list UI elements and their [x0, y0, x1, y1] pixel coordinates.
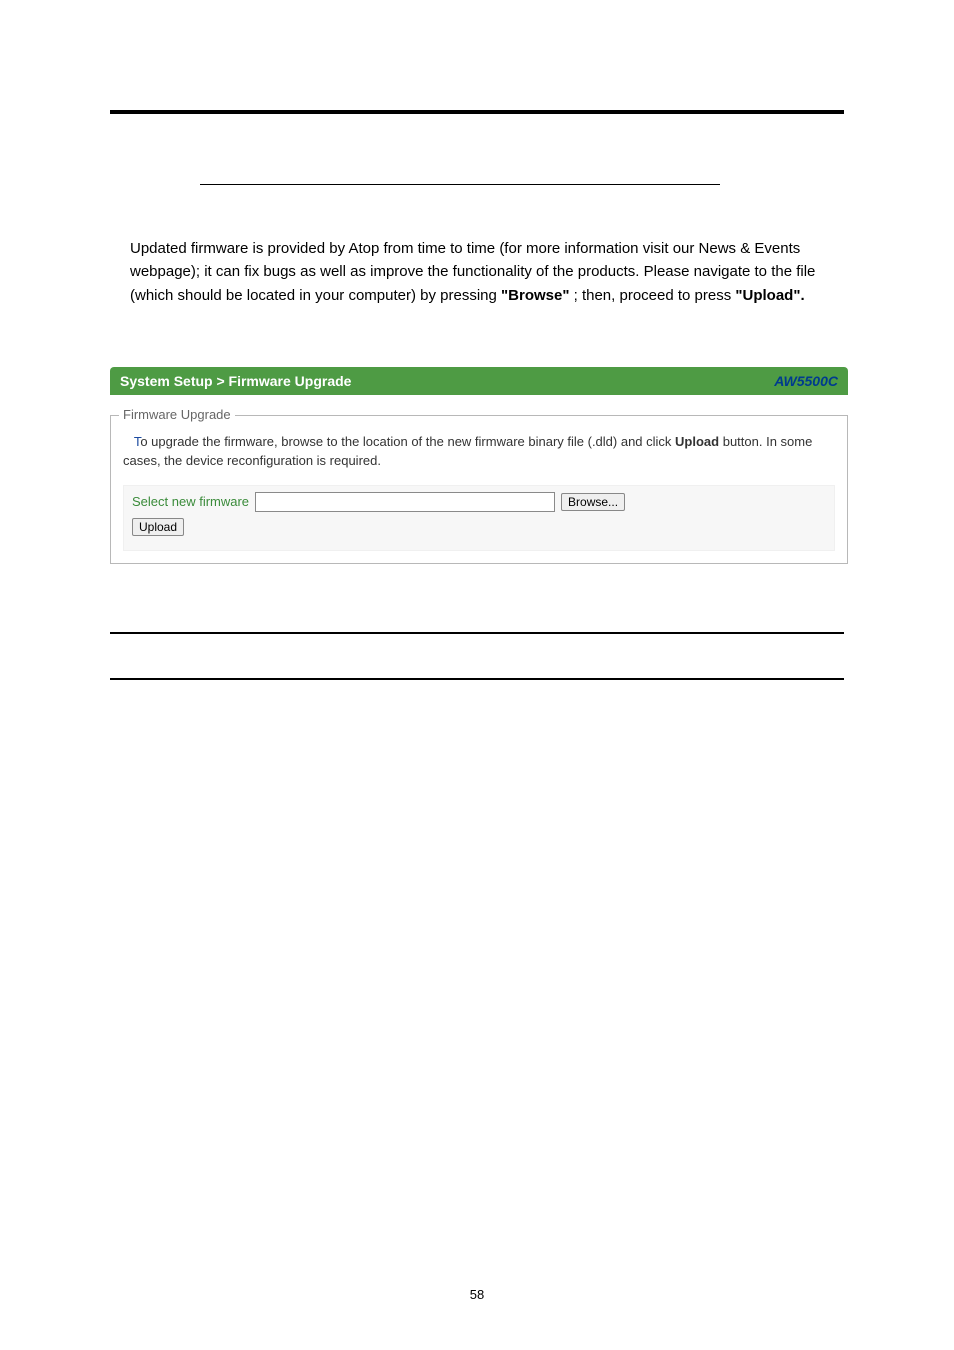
para-text-b: ; then, proceed to press	[574, 287, 736, 304]
top-rule	[110, 110, 844, 114]
controls-area: Select new firmware Browse... Upload	[123, 485, 835, 551]
instr-text-a: o upgrade the firmware, browse to the lo…	[140, 434, 675, 449]
firmware-fieldset: Firmware Upgrade To upgrade the firmware…	[110, 415, 848, 564]
browse-bold: "Browse"	[501, 287, 569, 304]
body-paragraph: Updated firmware is provided by Atop fro…	[130, 237, 850, 307]
double-rule	[110, 632, 844, 680]
panel-model: AW5500C	[774, 373, 838, 389]
firmware-panel: System Setup > Firmware Upgrade AW5500C …	[110, 367, 848, 564]
select-row: Select new firmware Browse...	[132, 492, 826, 512]
fieldset-legend: Firmware Upgrade	[119, 407, 235, 422]
panel-header: System Setup > Firmware Upgrade AW5500C	[110, 367, 848, 395]
select-firmware-label: Select new firmware	[132, 494, 249, 509]
upload-row: Upload	[132, 518, 826, 536]
fieldset-instruction: To upgrade the firmware, browse to the l…	[123, 432, 835, 471]
upload-bold: "Upload".	[735, 287, 804, 304]
panel-title: System Setup > Firmware Upgrade	[120, 373, 351, 389]
firmware-file-input[interactable]	[255, 492, 555, 512]
section-underline	[200, 184, 720, 185]
upload-button[interactable]: Upload	[132, 518, 184, 536]
browse-button[interactable]: Browse...	[561, 493, 625, 511]
instr-upload-bold: Upload	[675, 434, 719, 449]
page-number: 58	[0, 1287, 954, 1302]
